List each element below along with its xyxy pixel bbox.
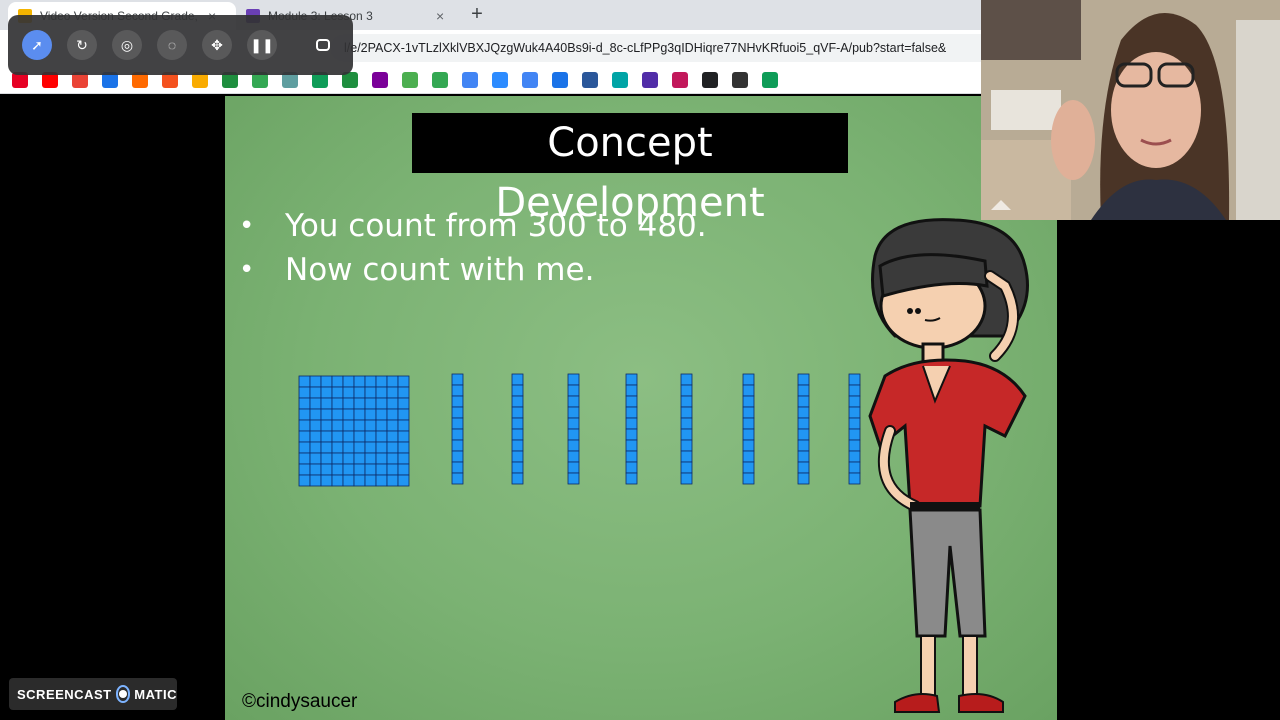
window-icon[interactable]	[316, 39, 330, 51]
thinking-girl-illustration	[868, 218, 1029, 713]
rotate-icon[interactable]: ↻	[67, 30, 97, 60]
tens-rod	[797, 373, 810, 485]
copyright-credit: ©cindysaucer	[242, 691, 358, 712]
bookmark-icon[interactable]	[432, 72, 448, 88]
bookmark-icon[interactable]	[642, 72, 658, 88]
tens-rod	[567, 373, 580, 485]
slide: Concept Development • You count from 300…	[225, 96, 1057, 720]
bookmark-icon[interactable]	[402, 72, 418, 88]
base-ten-blocks	[298, 373, 861, 487]
close-tab-icon[interactable]: ×	[436, 8, 444, 24]
bullet-item: • Now count with me.	[237, 248, 837, 292]
tens-rod	[680, 373, 693, 485]
bullet-icon: •	[239, 211, 255, 241]
bullet-text: You count from 300 to 480.	[285, 208, 707, 244]
bookmark-icon[interactable]	[462, 72, 478, 88]
bullet-list: • You count from 300 to 480. • Now count…	[237, 204, 837, 292]
tens-rod	[625, 373, 638, 485]
webcam-overlay	[981, 0, 1280, 220]
highlight-icon[interactable]: ◎	[112, 30, 142, 60]
tens-rod	[511, 373, 524, 485]
new-tab-button[interactable]: +	[466, 3, 488, 26]
bookmark-icon[interactable]	[762, 72, 778, 88]
bookmark-icon[interactable]	[522, 72, 538, 88]
bullet-icon: •	[239, 255, 255, 285]
pointer-icon[interactable]: ➚	[22, 30, 52, 60]
bookmark-icon[interactable]	[552, 72, 568, 88]
bookmark-icon[interactable]	[612, 72, 628, 88]
hundreds-flat	[298, 375, 410, 487]
screencast-matic-watermark: SCREENCAST MATIC	[9, 678, 177, 710]
bookmark-icon[interactable]	[732, 72, 748, 88]
bookmark-icon[interactable]	[672, 72, 688, 88]
watermark-text-left: SCREENCAST	[17, 686, 112, 702]
bookmark-icon[interactable]	[582, 72, 598, 88]
bookmark-icon[interactable]	[492, 72, 508, 88]
screen: Video Version Second Grade, M × Module 3…	[0, 0, 1280, 720]
watermark-text-right: MATIC	[134, 686, 177, 702]
tens-rod	[742, 373, 755, 485]
slide-title: Concept Development	[412, 113, 848, 226]
bullet-text: Now count with me.	[285, 252, 595, 288]
shape-icon[interactable]: ◌	[157, 30, 187, 60]
bookmark-icon[interactable]	[372, 72, 388, 88]
address-bar[interactable]: l/e/2PACX-1vTLzlXklVBXJQzgWuk4A40Bs9i-d_…	[330, 34, 1030, 62]
webcam-feed-image	[981, 0, 1280, 220]
tens-rod	[451, 373, 464, 485]
pause-icon[interactable]: ❚❚	[247, 30, 277, 60]
watermark-logo-icon	[115, 685, 131, 703]
recorder-toolbar: ➚ ↻ ◎ ◌ ✥ ❚❚	[8, 15, 353, 75]
move-icon[interactable]: ✥	[202, 30, 232, 60]
bullet-item: • You count from 300 to 480.	[237, 204, 837, 248]
bookmark-icon[interactable]	[702, 72, 718, 88]
